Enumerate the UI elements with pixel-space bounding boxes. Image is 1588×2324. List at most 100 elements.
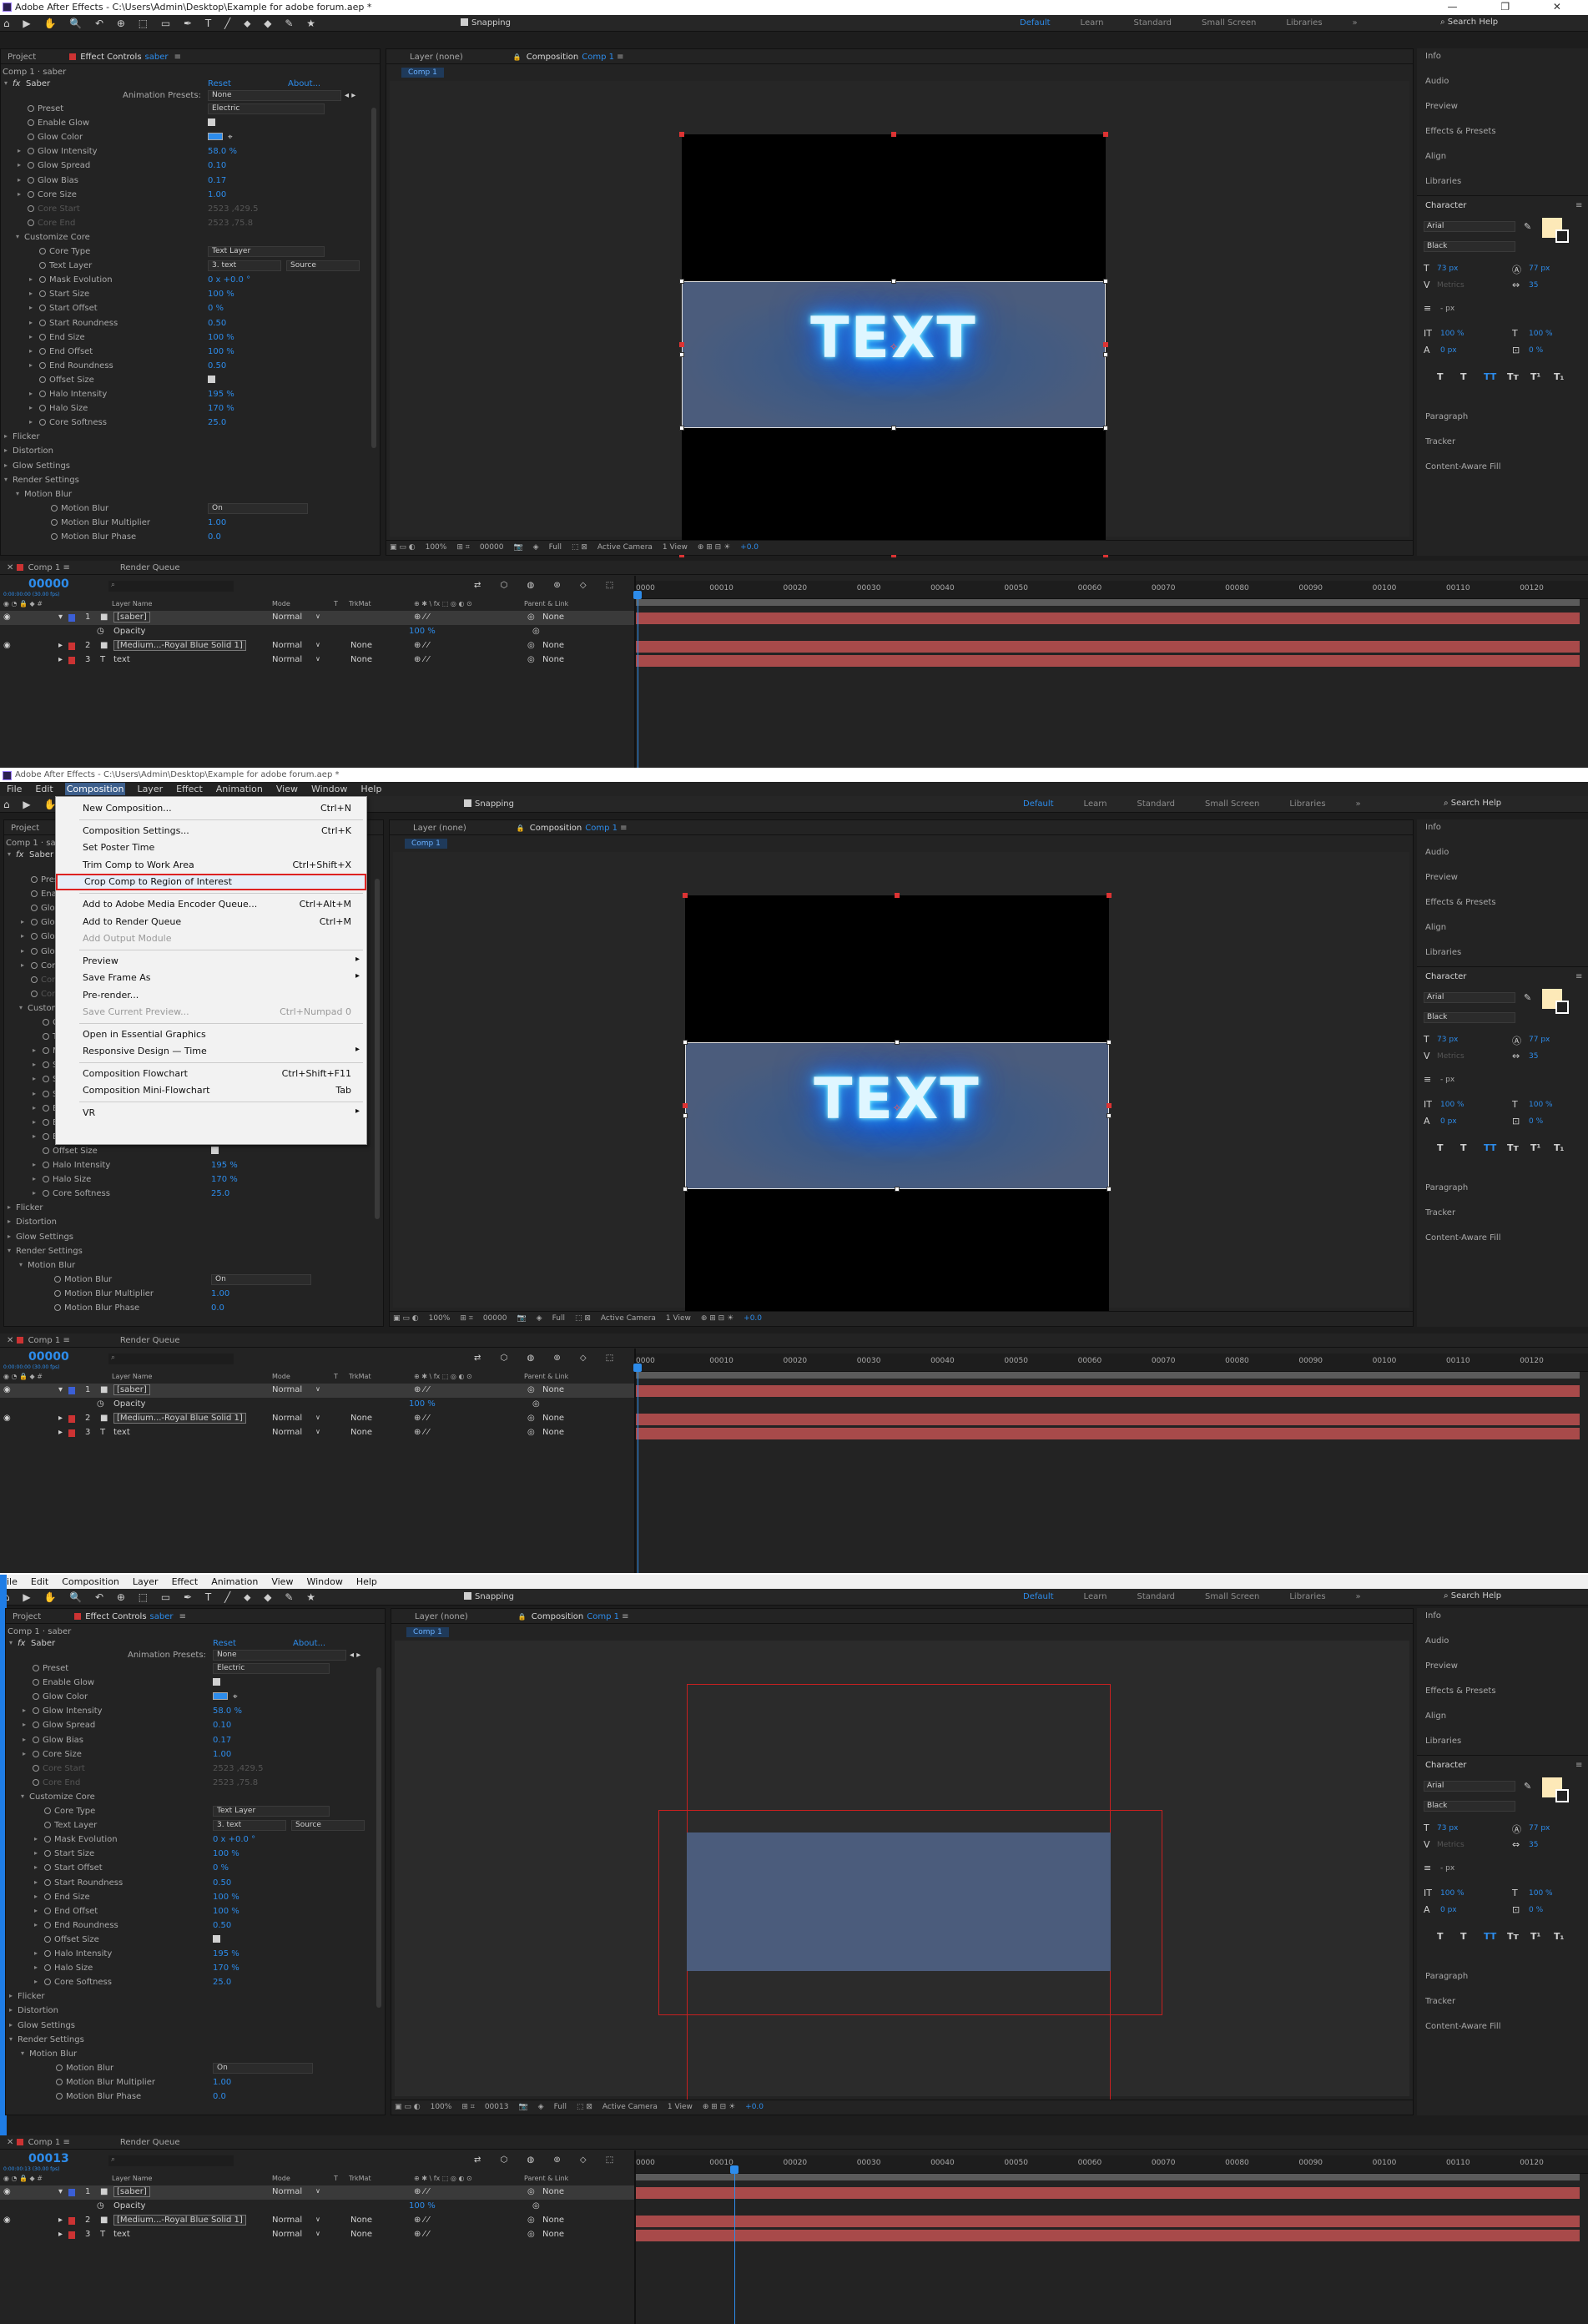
stopwatch-icon[interactable] (43, 1047, 49, 1055)
expand-triangle-icon[interactable]: ▾ (9, 2035, 13, 2043)
workspace-tabs[interactable]: Default Learn Standard Small Screen Librarie… (1023, 799, 1391, 809)
horizontal-scale-value[interactable]: 100 % (1529, 1101, 1553, 1109)
right-panel-libraries[interactable]: Libraries (1425, 948, 1461, 957)
stopwatch-icon[interactable] (39, 361, 46, 369)
expand-triangle-icon[interactable]: ▸ (33, 1075, 36, 1082)
text-style-button[interactable]: T₁ (1554, 1142, 1564, 1153)
expand-triangle-icon[interactable]: ▾ (16, 233, 19, 240)
stopwatch-icon[interactable] (54, 1275, 61, 1283)
panel-menu-icon[interactable]: ≡ (172, 53, 181, 62)
property-checkbox[interactable] (208, 118, 215, 127)
stopwatch-icon[interactable] (44, 1935, 51, 1943)
expand-triangle-icon[interactable]: ▸ (33, 1104, 36, 1112)
about-link[interactable]: About... (288, 79, 320, 88)
zoom-dropdown[interactable]: 100% (431, 2103, 452, 2111)
current-time-display[interactable]: 00000 (28, 1350, 69, 1364)
pickwhip-icon[interactable]: ◎ (527, 1414, 535, 1423)
layer-transform-handle[interactable] (679, 426, 684, 431)
region-of-interest-box[interactable] (658, 1810, 1162, 2015)
region-of-interest-icon[interactable]: ⬚ ⊠ (572, 543, 587, 552)
expand-triangle-icon[interactable]: ▸ (18, 176, 21, 184)
viewer-icons[interactable]: ▣ ▭ ◐ (395, 2103, 421, 2111)
effect-group-label[interactable]: Flicker (16, 1203, 43, 1212)
lock-icon[interactable]: 🔒 (518, 1613, 527, 1621)
expand-triangle-icon[interactable]: ▾ (8, 1247, 11, 1254)
visibility-eye-icon[interactable]: ◉ (3, 613, 11, 622)
stopwatch-icon[interactable]: ◷ (97, 2201, 104, 2211)
text-style-button[interactable]: TT (1484, 371, 1496, 382)
time-ruler[interactable]: 0000 00010 00020 00030 00040 00050 00060 00070 0… (636, 2155, 1588, 2174)
stopwatch-icon[interactable] (44, 1822, 51, 1829)
mode-header[interactable]: Mode (272, 1373, 290, 1380)
panel-menu-icon[interactable]: ≡ (619, 1612, 628, 1621)
comp-bounds-handle[interactable] (1103, 132, 1108, 137)
project-tab[interactable]: Project (11, 824, 39, 833)
stopwatch-icon[interactable] (43, 1090, 49, 1097)
property-value[interactable]: 170 % (211, 1175, 238, 1184)
stopwatch-icon[interactable] (39, 333, 46, 340)
workspace-tabs[interactable]: Default Learn Standard Small Screen Librarie… (1023, 1592, 1391, 1601)
stopwatch-icon[interactable]: ◷ (97, 627, 104, 636)
close-tab-icon[interactable]: ✕ (7, 1336, 17, 1345)
snapshot-camera-icon[interactable]: 📷 (517, 1314, 526, 1323)
right-panel-paragraph[interactable]: Paragraph (1425, 1183, 1468, 1192)
right-panel-info[interactable]: Info (1425, 1611, 1441, 1621)
expand-triangle-icon[interactable]: ▸ (4, 461, 8, 469)
label-color[interactable] (68, 657, 75, 664)
property-dropdown[interactable]: Text Layer (208, 246, 325, 257)
tsume-value[interactable]: 0 % (1529, 1906, 1543, 1914)
parent-dropdown[interactable]: None (542, 1385, 564, 1394)
render-queue-tab[interactable]: Render Queue (120, 1336, 180, 1345)
menu-view[interactable]: View (270, 1575, 295, 1588)
layer-row[interactable]: ▸ 3 Ttext Normal ∨ None ⊕ ⁄ ⁄ ◎ None (0, 653, 634, 668)
pickwhip-icon[interactable]: ◎ (527, 655, 535, 664)
property-value[interactable]: 170 % (208, 404, 234, 413)
layer-row[interactable]: ▸ 3 Ttext Normal ∨ None ⊕ ⁄ ⁄ ◎ None (0, 1426, 634, 1440)
horizontal-scale-value[interactable]: 100 % (1529, 330, 1553, 338)
effect-group-label[interactable]: Customize Core (24, 233, 90, 242)
font-style-dropdown[interactable]: Black (1424, 1801, 1515, 1812)
layer-duration-bar[interactable] (636, 2230, 1580, 2241)
font-family-dropdown[interactable]: Arial (1424, 992, 1515, 1003)
mode-chevron-icon[interactable]: ∨ (315, 655, 320, 663)
layer-duration-bar[interactable] (636, 641, 1580, 653)
expand-triangle-icon[interactable]: ▸ (29, 319, 33, 326)
layer-name[interactable]: [saber] (113, 612, 150, 623)
property-value[interactable]: 0.0 (208, 532, 221, 542)
search-help-field[interactable]: ⌕ Search Help (1440, 18, 1532, 29)
timeline-comp-tab[interactable]: Comp 1 (28, 563, 61, 572)
menu-window[interactable]: Window (310, 783, 349, 795)
stroke-width-value[interactable]: - px (1440, 1076, 1454, 1084)
expand-triangle-icon[interactable]: ▸ (33, 1046, 36, 1054)
timeline-switch-icons[interactable]: ⇄ ⬡ ◍ ⊚ ◇ ⬚ (474, 2155, 622, 2165)
layer-transform-handle[interactable] (895, 1187, 900, 1192)
mode-dropdown[interactable]: Normal (272, 2230, 302, 2239)
pickwhip-icon[interactable]: ◎ (527, 641, 535, 650)
parent-link-header[interactable]: Parent & Link (524, 1373, 568, 1380)
parent-dropdown[interactable]: None (542, 2187, 564, 2196)
pickwhip-icon[interactable]: ◎ (527, 613, 535, 622)
panel-menu-icon[interactable]: ≡ (1575, 1761, 1582, 1770)
property-value[interactable]: 100 % (213, 1849, 239, 1858)
viewer-icons-3[interactable]: ⊕ ⊞ ⊟ ☀ (698, 543, 730, 552)
glow-color-swatch[interactable] (213, 1692, 228, 1701)
stopwatch-icon[interactable] (28, 190, 34, 198)
expand-triangle-icon[interactable]: ▸ (58, 641, 63, 650)
snapping-toggle[interactable]: Snapping (461, 18, 511, 28)
right-panel-paragraph[interactable]: Paragraph (1425, 1972, 1468, 1981)
property-value[interactable]: 2523 ,75.8 (213, 1778, 258, 1787)
property-value[interactable]: 0.17 (213, 1736, 231, 1745)
property-value[interactable]: 0.50 (213, 1921, 231, 1930)
menu-item-trim-comp-to-work-area[interactable]: Trim Comp to Work Area Ctrl+Shift+X (56, 857, 366, 874)
expand-triangle-icon[interactable]: ▸ (34, 1863, 38, 1871)
stopwatch-icon[interactable] (33, 1693, 39, 1701)
work-area-bar[interactable] (636, 2174, 1580, 2180)
effect-group-label[interactable]: Render Settings (18, 2035, 84, 2044)
panel-menu-icon[interactable]: ≡ (60, 563, 69, 572)
snapping-toggle[interactable]: Snapping (464, 1592, 514, 1601)
workspace-tab-standard[interactable]: Standard (1137, 799, 1176, 809)
stopwatch-icon[interactable] (39, 419, 46, 426)
layer-transform-handle[interactable] (891, 279, 896, 284)
effect-group-label[interactable]: Flicker (18, 1992, 45, 2001)
layer-duration-bar[interactable] (636, 1414, 1580, 1425)
